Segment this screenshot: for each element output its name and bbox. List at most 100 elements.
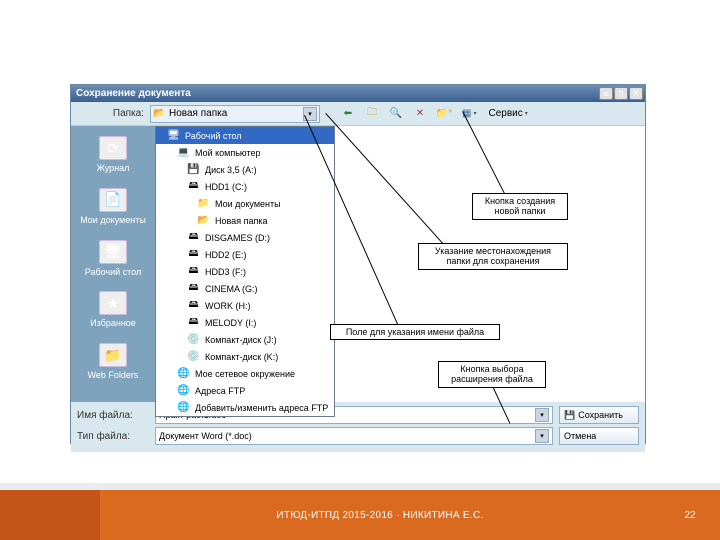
item-label: Новая папка — [215, 216, 267, 226]
place-journal[interactable]: ⟳ Журнал — [71, 130, 155, 182]
slide-footer: ИТЮД-ИТПД 2015-2016 · НИКИТИНА Е.С. 22 — [0, 490, 720, 540]
place-my-documents[interactable]: 📄 Мои документы — [71, 182, 155, 234]
places-bar: ⟳ Журнал 📄 Мои документы 🖥 Рабочий стол … — [71, 126, 155, 402]
item-icon: 💿 — [187, 334, 200, 346]
place-label: Мои документы — [73, 215, 153, 226]
dropdown-item[interactable]: 📂 Новая папка — [156, 212, 334, 229]
item-icon: 🌐 — [177, 385, 190, 397]
footer-divider — [0, 483, 720, 490]
documents-icon: 📄 — [99, 188, 127, 212]
item-label: CINEMA (G:) — [205, 284, 258, 294]
dropdown-item[interactable]: 🌐 Мое сетевое окружение — [156, 365, 334, 382]
item-label: HDD3 (F:) — [205, 267, 246, 277]
callout-filename-field: Поле для указания имени файла — [330, 324, 500, 340]
callout-filetype-button: Кнопка выбора расширения файла — [438, 361, 546, 388]
dropdown-item[interactable]: 💻 Мой компьютер — [156, 144, 334, 161]
dropdown-item[interactable]: 🖴DISGAMES (D:) — [156, 229, 334, 246]
dropdown-item[interactable]: 💿 Компакт-диск (J:) — [156, 331, 334, 348]
item-icon: 🖴 — [187, 300, 200, 312]
back-icon[interactable]: ⬅ — [338, 105, 358, 123]
service-label: Сервис — [488, 108, 522, 119]
place-favorites[interactable]: ★ Избранное — [71, 285, 155, 337]
item-label: WORK (H:) — [205, 301, 251, 311]
views-menu[interactable]: ▦ ▾ — [458, 105, 480, 123]
file-list-area: 🖥Рабочий стол 💻 Мой компьютер 💾 Диск 3,5 (A:… — [155, 126, 645, 402]
item-label: HDD1 (C:) — [205, 182, 247, 192]
footer-accent — [0, 490, 100, 540]
item-label: Диск 3,5 (A:) — [205, 165, 257, 175]
service-menu[interactable]: Сервис ▾ — [484, 105, 531, 123]
dropdown-item[interactable]: 🖴 CINEMA (G:) — [156, 280, 334, 297]
place-desktop[interactable]: 🖥 Рабочий стол — [71, 234, 155, 286]
search-web-icon[interactable]: 🔍 — [386, 105, 406, 123]
item-icon: 💾 — [187, 164, 200, 176]
place-label: Web Folders — [73, 370, 153, 381]
dropdown-item[interactable]: 🌐Добавить/изменить адреса FTP — [156, 399, 334, 416]
place-label: Журнал — [73, 163, 153, 174]
place-web-folders[interactable]: 📁 Web Folders — [71, 337, 155, 389]
item-label: Компакт-диск (J:) — [205, 335, 277, 345]
dropdown-item[interactable]: 🖥Рабочий стол — [156, 127, 334, 144]
web-folder-icon: 📁 — [99, 343, 127, 367]
folder-dropdown[interactable]: 📂 Новая папка ▾ — [150, 105, 320, 123]
save-button-label: Сохранить — [578, 410, 623, 420]
dropdown-item[interactable]: 💾 Диск 3,5 (A:) — [156, 161, 334, 178]
item-icon: 💻 — [177, 147, 190, 159]
filename-label: Имя файла: — [77, 410, 155, 421]
callout-folder-location: Указание местонахождения папки для сохра… — [418, 243, 568, 270]
chevron-down-icon: ▾ — [525, 110, 528, 117]
up-one-level-icon[interactable]: 🗀 — [362, 105, 382, 123]
filetype-value: Документ Word (*.doc) — [159, 431, 252, 441]
dropdown-item[interactable]: 🖴HDD2 (E:) — [156, 246, 334, 263]
place-label: Рабочий стол — [73, 267, 153, 278]
item-icon: 📂 — [197, 215, 210, 227]
item-label: Мое сетевое окружение — [195, 369, 295, 379]
chevron-down-icon[interactable]: ▾ — [535, 429, 549, 443]
item-label: Добавить/изменить адреса FTP — [195, 403, 328, 413]
item-icon: 📁 — [197, 198, 210, 210]
titlebar: Сохранение документа ≡ ? ✕ — [71, 85, 645, 102]
desktop-icon: 🖥 — [99, 240, 127, 264]
dropdown-item[interactable]: 🖴HDD3 (F:) — [156, 263, 334, 280]
cancel-button[interactable]: Отмена — [559, 427, 639, 445]
chevron-down-icon[interactable]: ▾ — [535, 408, 549, 422]
cancel-button-label: Отмена — [564, 431, 596, 441]
dropdown-item[interactable]: 📁 Мои документы — [156, 195, 334, 212]
item-label: Компакт-диск (K:) — [205, 352, 278, 362]
dropdown-item[interactable]: 💿 Компакт-диск (K:) — [156, 348, 334, 365]
save-button[interactable]: 💾 Сохранить — [559, 406, 639, 424]
item-icon: 🖴 — [187, 232, 200, 244]
help-button[interactable]: ? — [614, 87, 628, 100]
item-icon: 🌐 — [177, 368, 190, 380]
dialog-title: Сохранение документа — [76, 88, 599, 99]
item-icon: 🖴 — [187, 283, 200, 295]
folder-tree-dropdown[interactable]: 🖥Рабочий стол 💻 Мой компьютер 💾 Диск 3,5 (A:… — [155, 126, 335, 417]
history-icon: ⟳ — [99, 136, 127, 160]
item-icon: 🖴 — [187, 181, 200, 193]
item-label: MELODY (I:) — [205, 318, 256, 328]
new-folder-icon[interactable]: 📁* — [434, 105, 454, 123]
dropdown-item[interactable]: 🖴 HDD1 (C:) — [156, 178, 334, 195]
toolbar: Папка: 📂 Новая папка ▾ ⬅ 🗀 🔍 ✕ 📁* ▦ ▾ — [71, 102, 645, 126]
footer-text: ИТЮД-ИТПД 2015-2016 · НИКИТИНА Е.С. — [100, 510, 660, 521]
place-label: Избранное — [73, 318, 153, 329]
dropdown-item[interactable]: 🖴MELODY (I:) — [156, 314, 334, 331]
chevron-down-icon: ▾ — [473, 110, 476, 117]
item-icon: 🖥 — [167, 130, 180, 142]
dropdown-item[interactable]: 🖴 WORK (H:) — [156, 297, 334, 314]
callout-new-folder: Кнопка создания новой папки — [472, 193, 568, 220]
page-number: 22 — [660, 510, 720, 521]
item-label: Мой компьютер — [195, 148, 261, 158]
delete-icon[interactable]: ✕ — [410, 105, 430, 123]
filetype-dropdown[interactable]: Документ Word (*.doc) ▾ — [155, 427, 553, 445]
titlebar-extra-button[interactable]: ≡ — [599, 87, 613, 100]
item-label: Адреса FTP — [195, 386, 245, 396]
favorites-icon: ★ — [99, 291, 127, 315]
item-label: Мои документы — [215, 199, 281, 209]
item-icon: 💿 — [187, 351, 200, 363]
folder-icon: 📂 — [153, 108, 166, 120]
save-icon: 💾 — [564, 410, 575, 421]
filetype-label: Тип файла: — [77, 431, 155, 442]
close-button[interactable]: ✕ — [629, 87, 643, 100]
dropdown-item[interactable]: 🌐 Адреса FTP — [156, 382, 334, 399]
